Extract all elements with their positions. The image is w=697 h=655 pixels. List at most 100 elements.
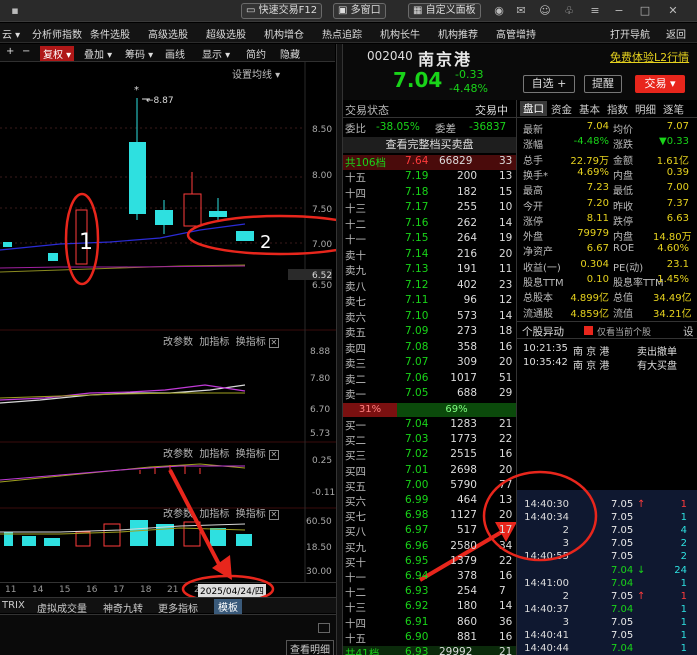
tab-magic-nine[interactable]: 神奇九转 — [103, 600, 143, 615]
zoom-in-button[interactable]: + — [6, 46, 14, 57]
splitter[interactable] — [336, 44, 343, 655]
stat-label: 外盘 — [523, 232, 543, 244]
tick-row: 14:40:41 7.05 1 — [521, 630, 691, 644]
change-param-button[interactable]: 改参数 — [163, 337, 193, 348]
close-icon[interactable]: ✕ — [666, 4, 680, 18]
bid-price: 6.93 — [405, 585, 429, 598]
menu-item-hot-track[interactable]: 热点追踪 — [322, 26, 362, 41]
chips-dropdown[interactable]: 筹码 ▾ — [125, 46, 153, 61]
trade-button[interactable]: 交易 ▾ — [635, 75, 685, 93]
total-ask-label: 共106档 — [345, 157, 387, 169]
anomaly-row[interactable]: 10:35:42 南 京 港 有大买盘 — [521, 357, 691, 372]
only-current-checkbox[interactable] — [584, 326, 593, 335]
axis-tick: 6.50 — [312, 281, 332, 291]
tab-more-indicators[interactable]: 更多指标 — [158, 600, 198, 615]
trade-status-value: 交易中 — [475, 104, 508, 117]
zoom-out-button[interactable]: − — [22, 46, 30, 57]
tick-volume: 1 — [680, 630, 687, 641]
tick-volume: 1 — [680, 590, 687, 602]
draw-line-button[interactable]: 画线 — [165, 46, 185, 61]
ask-count: 13 — [499, 170, 513, 182]
maximize-icon[interactable]: □ — [638, 4, 652, 18]
display-dropdown[interactable]: 显示 ▾ — [202, 46, 230, 61]
tab-funds[interactable]: 资金 — [551, 102, 572, 117]
tab-detail[interactable]: 明细 — [635, 102, 656, 117]
ask-row: 卖九 7.13 191 11 — [343, 263, 516, 278]
menu-item-inst-bull[interactable]: 机构长牛 — [380, 26, 420, 41]
bid-price: 7.02 — [405, 448, 429, 461]
ask-count: 11 — [499, 263, 513, 275]
ask-price: 7.13 — [405, 263, 429, 275]
bell-icon[interactable]: ◉ — [492, 4, 506, 18]
ask-price: 7.06 — [405, 371, 429, 384]
menu-item-exec-increase[interactable]: 高管增持 — [496, 26, 536, 41]
tab-basic[interactable]: 基本 — [579, 102, 600, 117]
alert-button[interactable]: 提醒 — [584, 75, 622, 93]
mail-icon[interactable]: ✉ — [514, 4, 528, 18]
menu-item-advanced-select[interactable]: 高级选股 — [148, 26, 188, 41]
tab-index[interactable]: 指数 — [607, 102, 628, 117]
back-link[interactable]: 返回 — [666, 26, 686, 41]
stat-value: ▼0.33 — [659, 136, 689, 148]
stat-value: 34.49亿 — [653, 293, 692, 305]
add-indicator-button[interactable]: 加指标 — [199, 337, 229, 348]
menu-item-inst-increase[interactable]: 机构增仓 — [264, 26, 304, 41]
panel-toggle-icon[interactable] — [318, 623, 330, 633]
menu-item-cloud[interactable]: 云 ▾ — [2, 26, 20, 41]
ask-count: 16 — [499, 340, 513, 353]
tick-price: 7.04 — [611, 603, 634, 615]
menu-item-inst-recommend[interactable]: 机构推荐 — [438, 26, 478, 41]
menu-icon[interactable]: ≡ — [588, 4, 602, 18]
ask-price: 7.14 — [405, 247, 429, 260]
menu-item-super-select[interactable]: 超级选股 — [206, 26, 246, 41]
menu-item-condition-select[interactable]: 条件选股 — [90, 26, 130, 41]
tick-price: 7.05 — [611, 499, 634, 510]
stat-value: 0.304 — [580, 258, 609, 270]
bottom-panel: 查看明细 — [0, 614, 336, 655]
shirt-icon[interactable]: ♧ — [562, 4, 576, 18]
annotation-label-2: 2 — [260, 232, 271, 253]
adjust-dropdown[interactable]: 复权 ▾ — [40, 46, 75, 61]
l2-promo-link[interactable]: 免费体验L2行情 — [610, 49, 689, 65]
stat-label: 跌停 — [613, 216, 633, 228]
high-value: ←8.87 — [146, 96, 174, 106]
menu-item-analyst-index[interactable]: 分析师指数 — [32, 26, 82, 41]
ask-row: 卖一 7.05 688 29 — [343, 387, 516, 402]
overlay-dropdown[interactable]: 叠加 ▾ — [84, 46, 112, 61]
view-detail-button[interactable]: 查看明细 — [286, 640, 334, 655]
total-ask-count: 33 — [499, 155, 513, 167]
up-arrow-icon: ↑ — [637, 499, 646, 510]
user-icon[interactable]: ☺ — [538, 4, 552, 18]
add-watchlist-button[interactable]: 自选 + — [523, 75, 575, 93]
minimize-icon[interactable]: − — [612, 4, 626, 18]
simple-button[interactable]: 简约 — [246, 46, 266, 61]
tab-tick[interactable]: 逐笔 — [663, 102, 684, 117]
open-nav-link[interactable]: 打开导航 — [610, 26, 650, 41]
bid-level-label: 买一 — [345, 420, 366, 432]
ask-row: 十二 7.16 262 14 — [343, 217, 516, 232]
bid-price: 7.00 — [405, 478, 429, 491]
stat-label: 股息TTM — [523, 278, 564, 289]
anomaly-settings[interactable]: 设 — [683, 324, 694, 339]
ask-level-label: 卖九 — [345, 265, 366, 277]
tab-virtual-volume[interactable]: 虚拟成交量 — [37, 600, 87, 615]
fast-trade-button[interactable]: ▭ 快速交易F12 — [241, 3, 323, 19]
ask-volume: 96 — [463, 294, 477, 306]
multi-window-button[interactable]: ▣ 多窗口 — [333, 3, 386, 19]
stat-label: 今开 — [523, 201, 543, 213]
close-pane-icon[interactable]: ✕ — [268, 338, 279, 348]
custom-panel-button[interactable]: ▦ 自定义面板 — [408, 3, 481, 19]
tab-template[interactable]: 模板 — [214, 599, 242, 614]
tab-trix[interactable]: TRIX — [2, 600, 25, 611]
ask-level-label: 卖十 — [345, 249, 366, 262]
bid-row: 十二 6.93 254 7 — [343, 585, 516, 600]
bid-count: 36 — [499, 615, 513, 628]
anomaly-row[interactable]: 10:21:35 南 京 港 卖出撤单 — [521, 343, 691, 358]
ask-row: 卖十 7.14 216 20 — [343, 248, 516, 263]
view-full-depth-button[interactable]: 查看完整档买卖盘 — [343, 137, 516, 153]
hide-button[interactable]: 隐藏 — [280, 46, 300, 61]
stat-row: 净资产 6.67 ROE 4.60% — [521, 243, 691, 258]
ask-row: 卖八 7.12 402 23 — [343, 279, 516, 294]
tab-depth[interactable]: 盘口 — [520, 101, 547, 116]
switch-indicator-button[interactable]: 换指标 — [236, 337, 266, 348]
